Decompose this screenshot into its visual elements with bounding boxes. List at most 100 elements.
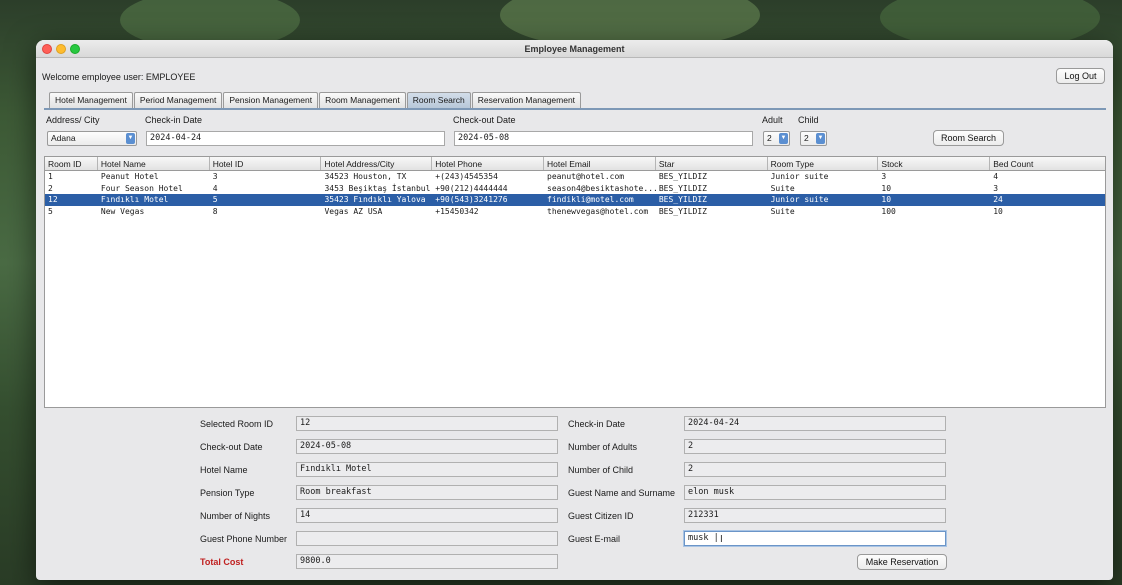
child-select[interactable]: 2 ▼ <box>800 131 827 146</box>
column-header[interactable]: Bed Count <box>990 157 1105 170</box>
table-cell: Suite <box>770 206 795 216</box>
hotel-name-label: Hotel Name <box>200 465 248 475</box>
table-cell: 5 <box>212 195 218 204</box>
table-cell: Fındıklı Motel <box>100 195 169 204</box>
tab-period-management[interactable]: Period Management <box>133 92 223 108</box>
column-header[interactable]: Hotel Address/City <box>321 157 433 170</box>
table-cell: 10 <box>881 183 892 193</box>
adults-field[interactable]: 2 <box>684 439 946 454</box>
chevron-down-icon: ▼ <box>779 133 788 144</box>
table-cell: Vegas AZ USA <box>324 206 383 216</box>
table-cell: New Vegas <box>100 206 145 216</box>
welcome-label: Welcome employee user: EMPLOYEE <box>42 72 196 82</box>
room-results-table[interactable]: Room ID Hotel Name Hotel ID Hotel Addres… <box>44 156 1106 408</box>
guest-citizen-id-field[interactable]: 212331 <box>684 508 946 523</box>
tab-room-search[interactable]: Room Search <box>406 92 471 108</box>
table-cell: 12 <box>48 195 58 204</box>
guest-phone-field[interactable] <box>296 531 558 546</box>
table-cell: 10 <box>993 206 1003 216</box>
nights-field[interactable]: 14 <box>296 508 558 523</box>
table-header: Room ID Hotel Name Hotel ID Hotel Addres… <box>45 157 1105 171</box>
column-header[interactable]: Hotel Email <box>544 157 656 170</box>
guest-citizen-id-label: Guest Citizen ID <box>568 511 634 521</box>
table-cell: +90(212)4444444 <box>435 183 508 193</box>
table-cell: 5 <box>48 206 53 216</box>
text-cursor-icon: I <box>720 534 723 545</box>
zoom-window-button[interactable] <box>70 44 80 54</box>
close-window-button[interactable] <box>42 44 52 54</box>
checkin-date-label: Check-in Date <box>568 419 626 429</box>
column-header[interactable]: Hotel Phone <box>432 157 545 170</box>
table-cell: BES_YILDIZ <box>658 172 707 181</box>
table-cell: 8 <box>212 206 218 216</box>
chevron-down-icon: ▼ <box>126 133 135 144</box>
nights-label: Number of Nights <box>200 511 271 521</box>
table-row[interactable]: 2 Four Season Hotel 4 3453 Beşiktaş İsta… <box>45 183 1105 195</box>
adult-select-value: 2 <box>767 133 772 143</box>
tab-divider <box>44 108 1106 110</box>
hotel-name-field[interactable]: Fındıklı Motel <box>296 462 558 477</box>
table-cell: 34523 Houston, TX <box>324 172 407 181</box>
table-cell: 3453 Beşiktaş İstanbul <box>324 183 431 193</box>
tab-reservation-management[interactable]: Reservation Management <box>471 92 582 108</box>
table-cell: Four Season Hotel <box>100 183 183 193</box>
checkin-label: Check-in Date <box>145 115 203 125</box>
checkout-date-input[interactable]: 2024-05-08 <box>454 131 753 146</box>
checkin-date-input[interactable]: 2024-04-24 <box>146 131 445 146</box>
tab-room-management[interactable]: Room Management <box>319 92 406 108</box>
selected-room-id-field[interactable]: 12 <box>296 416 558 431</box>
table-row[interactable]: 5 New Vegas 8 Vegas AZ USA +15450342 the… <box>45 206 1105 218</box>
table-cell: +15450342 <box>435 206 479 216</box>
checkout-date-label: Check-out Date <box>200 442 263 452</box>
table-cell: 2 <box>48 183 53 193</box>
table-row-selected[interactable]: 12 Fındıklı Motel 5 35423 Fındıklı Yalov… <box>45 194 1105 206</box>
total-cost-field[interactable]: 9800.0 <box>296 554 558 569</box>
guest-email-field[interactable]: musk | <box>684 531 946 546</box>
table-cell: findikli@motel.com <box>547 195 634 204</box>
tab-hotel-management[interactable]: Hotel Management <box>49 92 133 108</box>
table-cell: 100 <box>881 206 896 216</box>
table-cell: Suite <box>770 183 795 193</box>
city-label: Address/ City <box>46 115 100 125</box>
table-row[interactable]: 1 Peanut Hotel 3 34523 Houston, TX +(243… <box>45 171 1105 183</box>
child-label: Child <box>798 115 819 125</box>
minimize-window-button[interactable] <box>56 44 66 54</box>
table-cell: Junior suite <box>770 195 829 204</box>
employee-management-window: Employee Management Welcome employee use… <box>36 40 1113 580</box>
table-cell: 1 <box>48 172 53 181</box>
guest-name-field[interactable]: elon musk <box>684 485 946 500</box>
child-count-field[interactable]: 2 <box>684 462 946 477</box>
table-cell: 3 <box>993 183 999 193</box>
table-cell: 24 <box>993 195 1003 204</box>
table-cell: BES_YILDIZ <box>658 206 707 216</box>
table-cell: 3 <box>881 172 887 181</box>
guest-name-label: Guest Name and Surname <box>568 488 676 498</box>
column-header[interactable]: Star <box>656 157 768 170</box>
city-select[interactable]: Adana ▼ <box>47 131 137 146</box>
column-header[interactable]: Hotel Name <box>98 157 210 170</box>
logout-button[interactable]: Log Out <box>1056 68 1105 84</box>
pension-type-field[interactable]: Room breakfast <box>296 485 558 500</box>
checkout-label: Check-out Date <box>453 115 516 125</box>
make-reservation-button[interactable]: Make Reservation <box>857 554 947 570</box>
column-header[interactable]: Room ID <box>45 157 98 170</box>
total-cost-label: Total Cost <box>200 557 244 567</box>
checkout-date-field[interactable]: 2024-05-08 <box>296 439 558 454</box>
adults-label: Number of Adults <box>568 442 638 452</box>
room-search-button[interactable]: Room Search <box>933 130 1004 146</box>
tab-pension-management[interactable]: Pension Management <box>223 92 319 108</box>
adult-select[interactable]: 2 ▼ <box>763 131 790 146</box>
column-header[interactable]: Stock <box>878 157 991 170</box>
table-cell: peanut@hotel.com <box>547 172 625 181</box>
child-select-value: 2 <box>804 133 809 143</box>
table-cell: 4 <box>212 183 218 193</box>
guest-phone-label: Guest Phone Number <box>200 534 288 544</box>
checkin-date-field[interactable]: 2024-04-24 <box>684 416 946 431</box>
column-header[interactable]: Hotel ID <box>210 157 322 170</box>
table-cell: 4 <box>993 172 999 181</box>
selected-room-id-label: Selected Room ID <box>200 419 274 429</box>
column-header[interactable]: Room Type <box>768 157 879 170</box>
table-cell: +90(543)3241276 <box>435 195 508 204</box>
table-cell: 35423 Fındıklı Yalova <box>324 195 426 204</box>
table-cell: thenewvegas@hotel.com <box>547 206 649 216</box>
